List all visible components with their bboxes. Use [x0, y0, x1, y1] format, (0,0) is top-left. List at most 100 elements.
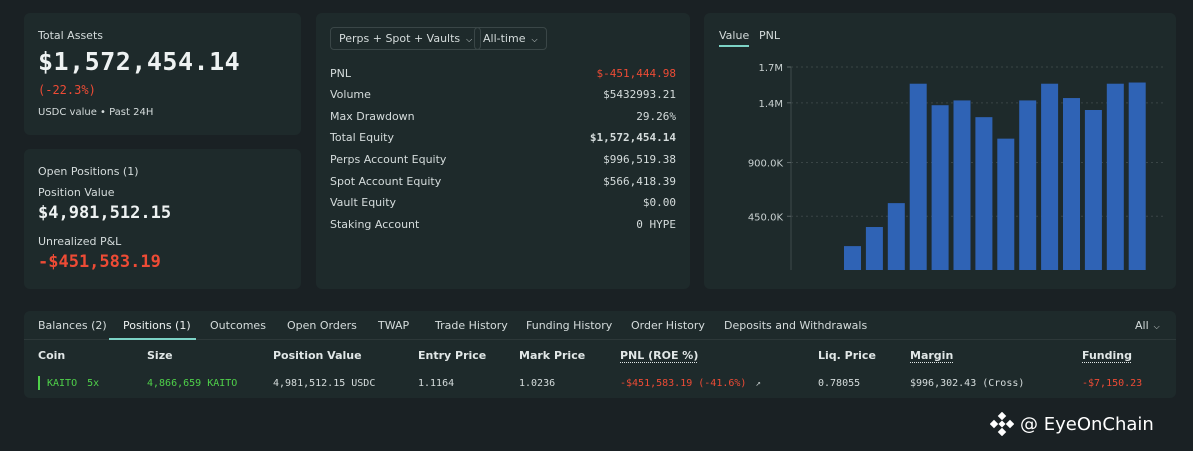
chevron-down-icon: ⌵ — [466, 35, 473, 44]
chart-bar[interactable] — [1106, 83, 1124, 270]
chart-bar[interactable] — [975, 117, 993, 270]
chart-bar[interactable] — [931, 105, 949, 270]
table-row-margin: $996,302.43 (Cross) — [910, 378, 1025, 389]
stat-label: Volume — [330, 87, 371, 101]
col-header-liq-price: Liq. Price — [818, 349, 876, 362]
value-bar-chart: 450.0K 900.0K 1.4M 1.7M — [748, 63, 1166, 270]
tab-positions[interactable]: Positions (1) — [123, 319, 191, 332]
stat-value: $5432993.21 — [603, 87, 676, 101]
stat-row-total-equity: Total Equity $1,572,454.14 — [330, 127, 676, 147]
table-row-position-value: 4,981,512.15 USDC — [273, 378, 376, 389]
stat-label: Max Drawdown — [330, 109, 415, 123]
stat-value: $-451,444.98 — [596, 66, 676, 80]
chart-bar[interactable] — [953, 100, 971, 270]
y-tick-label: 900.0K — [748, 159, 784, 170]
tab-open-orders[interactable]: Open Orders — [287, 319, 357, 332]
chart-bar[interactable] — [887, 203, 905, 270]
tab-outcomes[interactable]: Outcomes — [210, 319, 266, 332]
unrealized-pnl-label: Unrealized P&L — [38, 235, 122, 248]
table-row-liq-price: 0.78055 — [818, 378, 861, 389]
tab-twap[interactable]: TWAP — [378, 319, 409, 332]
unrealized-pnl-value: -$451,583.19 — [38, 252, 161, 272]
long-indicator — [38, 376, 40, 390]
external-link-icon[interactable]: ↗ — [755, 379, 760, 389]
active-tab-indicator — [109, 338, 196, 340]
col-header-margin[interactable]: Margin — [910, 349, 953, 362]
account-filter-label: Perps + Spot + Vaults — [339, 32, 461, 45]
chart-bar[interactable] — [844, 246, 861, 270]
stat-label: Staking Account — [330, 217, 420, 231]
total-assets-value: $1,572,454.14 — [38, 47, 241, 76]
chevron-down-icon: ⌵ — [531, 35, 538, 44]
position-value-label: Position Value — [38, 186, 115, 199]
position-value: $4,981,512.15 — [38, 203, 172, 223]
stat-value: 0 HYPE — [636, 217, 676, 231]
stat-value: $0.00 — [642, 195, 676, 209]
chart-tab-value[interactable]: Value — [719, 29, 750, 47]
tab-funding-history[interactable]: Funding History — [526, 319, 612, 332]
chart-bar[interactable] — [1084, 109, 1102, 270]
watermark: @ EyeOnChain — [990, 412, 1154, 436]
chart-bar[interactable] — [997, 138, 1015, 270]
coin-leverage: 5x — [87, 378, 100, 389]
account-filter-dropdown[interactable]: Perps + Spot + Vaults ⌵ — [330, 27, 482, 50]
chart-bar[interactable] — [909, 83, 927, 270]
stat-row-max-drawdown: Max Drawdown 29.26% — [330, 106, 676, 126]
total-assets-card: Total Assets $1,572,454.14 (-22.3%) USDC… — [24, 13, 301, 135]
col-header-funding[interactable]: Funding — [1082, 349, 1132, 362]
chart-bar[interactable] — [1128, 82, 1146, 270]
account-stats-card: Perps + Spot + Vaults ⌵ All-time ⌵ PNL $-4… — [316, 13, 690, 289]
pnl-value: -$451,583.19 (-41.6%) — [620, 378, 747, 389]
stat-label: Vault Equity — [330, 195, 397, 209]
chart-bar[interactable] — [1019, 100, 1037, 270]
table-row-entry-price: 1.1164 — [418, 378, 455, 389]
binance-logo-icon — [990, 412, 1014, 436]
open-positions-card: Open Positions (1) Position Value $4,981… — [24, 149, 301, 289]
time-range-label: All-time — [483, 32, 526, 45]
chart-bar[interactable] — [1041, 83, 1059, 270]
col-header-entry-price: Entry Price — [418, 349, 487, 362]
stat-label: PNL — [330, 66, 351, 80]
watermark-text: @ EyeOnChain — [1020, 413, 1154, 435]
tab-trade-history[interactable]: Trade History — [435, 319, 508, 332]
stat-label: Spot Account Equity — [330, 174, 442, 188]
stat-row-pnl: PNL $-451,444.98 — [330, 63, 676, 83]
total-assets-subtitle: USDC value • Past 24H — [38, 107, 154, 118]
stat-row-staking: Staking Account 0 HYPE — [330, 214, 676, 234]
table-row-pnl: -$451,583.19 (-41.6%) ↗ — [620, 378, 761, 389]
coin-name: KAITO — [47, 378, 78, 389]
chart-tab-pnl[interactable]: PNL — [759, 29, 780, 42]
table-row-mark-price: 1.0236 — [519, 378, 556, 389]
col-header-pnl[interactable]: PNL (ROE %) — [620, 349, 698, 362]
stat-value: $1,572,454.14 — [589, 130, 676, 144]
all-filter-dropdown[interactable]: All ⌵ — [1135, 319, 1160, 332]
stat-row-vault-equity: Vault Equity $0.00 — [330, 192, 676, 212]
chart-bar[interactable] — [1063, 98, 1080, 270]
y-tick-label: 1.4M — [758, 99, 783, 110]
col-header-size: Size — [147, 349, 173, 362]
tab-deposits-withdrawals[interactable]: Deposits and Withdrawals — [724, 319, 867, 332]
total-assets-change: (-22.3%) — [38, 83, 96, 97]
y-tick-label: 450.0K — [748, 212, 784, 223]
stat-value: $996,519.38 — [603, 152, 676, 166]
stat-row-perps-equity: Perps Account Equity $996,519.38 — [330, 149, 676, 169]
chart-bar[interactable] — [865, 227, 883, 270]
col-header-mark-price: Mark Price — [519, 349, 586, 362]
table-row-coin[interactable]: KAITO 5x — [47, 378, 99, 389]
stat-label: Total Equity — [330, 130, 394, 144]
tab-balances[interactable]: Balances (2) — [38, 319, 107, 332]
col-header-coin: Coin — [38, 349, 66, 362]
total-assets-label: Total Assets — [38, 29, 103, 42]
table-row-funding: -$7,150.23 — [1082, 378, 1143, 389]
stat-value: 29.26% — [636, 109, 676, 123]
time-range-dropdown[interactable]: All-time ⌵ — [474, 27, 547, 50]
positions-panel: Balances (2) Positions (1) Outcomes Open… — [24, 311, 1176, 398]
all-filter-label: All — [1135, 319, 1149, 332]
y-tick-label: 1.7M — [758, 63, 783, 74]
tab-order-history[interactable]: Order History — [631, 319, 705, 332]
stat-row-volume: Volume $5432993.21 — [330, 84, 676, 104]
stat-label: Perps Account Equity — [330, 152, 447, 166]
stat-row-spot-equity: Spot Account Equity $566,418.39 — [330, 171, 676, 191]
table-row-size: 4,866,659 KAITO — [147, 378, 238, 389]
stat-value: $566,418.39 — [603, 174, 676, 188]
